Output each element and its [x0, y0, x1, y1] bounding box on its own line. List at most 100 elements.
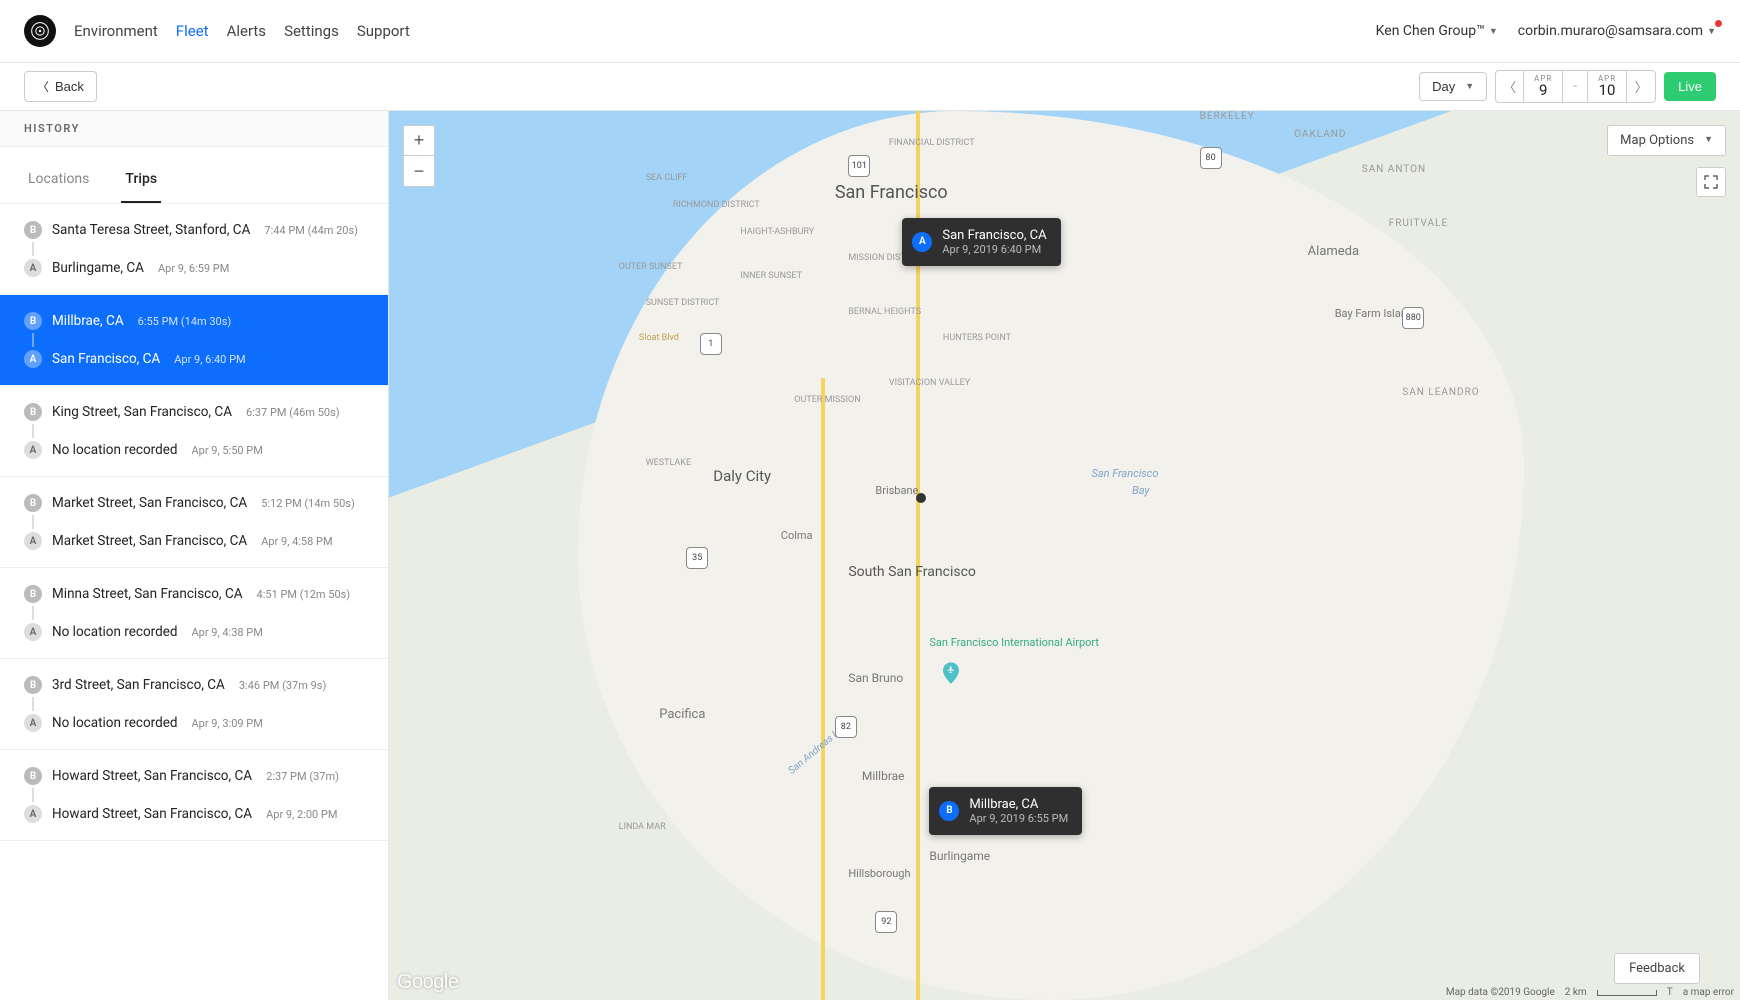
road-sloat: Sloat Blvd: [639, 333, 679, 343]
live-button[interactable]: Live: [1664, 72, 1716, 101]
tooltip-title: San Francisco, CA: [942, 228, 1046, 243]
nav-support[interactable]: Support: [357, 22, 410, 40]
toolbar: 〈 Back Day▼ 〈 APR 9 - APR 10 〉 Live: [0, 63, 1740, 111]
user-menu[interactable]: corbin.muraro@samsara.com▼: [1518, 23, 1716, 39]
nav-settings[interactable]: Settings: [284, 22, 339, 40]
tab-trips[interactable]: Trips: [121, 159, 161, 203]
place-berkeley: BERKELEY: [1200, 111, 1255, 122]
place-pacifica: Pacifica: [659, 707, 705, 722]
place-haight: HAIGHT-ASHBURY: [740, 227, 814, 237]
place-richmond: RICHMOND DISTRICT: [673, 200, 760, 210]
place-sfo: San Francisco International Airport: [929, 636, 1029, 649]
place-millbrae: Millbrae: [862, 769, 905, 783]
bay-label-2: Bay: [1132, 484, 1149, 497]
trip-start-location: No location recorded: [52, 715, 177, 731]
tooltip-subtitle: Apr 9, 2019 6:40 PM: [942, 243, 1046, 256]
trip-badge-a: A: [24, 350, 42, 368]
map-canvas[interactable]: San Francisco Daly City South San Franci…: [389, 111, 1740, 1000]
chevron-left-icon: 〈: [37, 78, 49, 95]
history-heading: HISTORY: [0, 111, 388, 147]
place-burlingame: Burlingame: [929, 849, 990, 863]
place-hillsborough: Hillsborough: [848, 867, 910, 880]
place-westlake: WESTLAKE: [646, 458, 691, 468]
nav-alerts[interactable]: Alerts: [227, 22, 267, 40]
date-to[interactable]: APR 10: [1588, 71, 1627, 102]
caret-down-icon: ▼: [1707, 27, 1716, 37]
trip-start-location: No location recorded: [52, 442, 177, 458]
fullscreen-icon: [1704, 175, 1718, 189]
shield-880: 880: [1402, 307, 1424, 329]
date-from[interactable]: APR 9: [1524, 71, 1563, 102]
trip-start-meta: Apr 9, 5:50 PM: [191, 444, 262, 457]
place-bernal: BERNAL HEIGHTS: [848, 307, 921, 317]
place-san-antonio: SAN ANTON: [1362, 164, 1426, 175]
view-selector[interactable]: Day▼: [1419, 72, 1487, 101]
trips-list[interactable]: B Santa Teresa Street, Stanford, CA 7:44…: [0, 204, 388, 1000]
trip-end-meta: 6:37 PM (46m 50s): [246, 406, 340, 419]
prev-day-button[interactable]: 〈: [1496, 71, 1524, 102]
zoom-in-button[interactable]: +: [404, 126, 434, 156]
place-colma: Colma: [781, 529, 813, 542]
history-tabs: Locations Trips: [0, 159, 388, 204]
map-options-button[interactable]: Map Options▼: [1607, 125, 1726, 156]
trip-item[interactable]: B Santa Teresa Street, Stanford, CA 7:44…: [0, 204, 388, 295]
google-logo: Google: [397, 971, 459, 994]
trip-item[interactable]: B King Street, San Francisco, CA 6:37 PM…: [0, 386, 388, 477]
place-bay-farm: Bay Farm Island: [1335, 307, 1413, 320]
trip-start-location: Market Street, San Francisco, CA: [52, 533, 247, 549]
shield-82: 82: [835, 716, 857, 738]
caret-down-icon: ▼: [1704, 134, 1713, 145]
next-day-button[interactable]: 〉: [1627, 71, 1655, 102]
main-nav: Environment Fleet Alerts Settings Suppor…: [74, 22, 410, 40]
trip-start-meta: Apr 9, 4:38 PM: [191, 626, 262, 639]
nav-environment[interactable]: Environment: [74, 22, 158, 40]
place-oakland: OAKLAND: [1294, 129, 1346, 140]
scale-bar: [1597, 990, 1657, 996]
place-daly-city: Daly City: [713, 467, 771, 485]
group-switcher[interactable]: Ken Chen Group™▼: [1376, 23, 1498, 39]
date-range-picker: 〈 APR 9 - APR 10 〉: [1495, 70, 1656, 103]
notification-dot: [1715, 20, 1722, 27]
trip-end-location: Santa Teresa Street, Stanford, CA: [52, 222, 250, 238]
trip-end-meta: 3:46 PM (37m 9s): [239, 679, 326, 692]
place-sunset: SUNSET DISTRICT: [646, 298, 720, 308]
trip-end-location: Market Street, San Francisco, CA: [52, 495, 247, 511]
back-button[interactable]: 〈 Back: [24, 71, 97, 102]
zoom-out-button[interactable]: −: [404, 156, 434, 186]
place-alameda: Alameda: [1308, 244, 1359, 259]
trip-end-location: King Street, San Francisco, CA: [52, 404, 232, 420]
trip-start-meta: Apr 9, 3:09 PM: [191, 717, 262, 730]
shield-92: 92: [875, 911, 897, 933]
history-sidebar: HISTORY Locations Trips B Santa Teresa S…: [0, 111, 389, 1000]
place-outer-mission: OUTER MISSION: [794, 395, 860, 405]
date-separator: -: [1563, 71, 1588, 102]
trip-badge-a: A: [24, 259, 42, 277]
place-financial: FINANCIAL DISTRICT: [889, 138, 975, 148]
trip-badge-a: A: [24, 714, 42, 732]
trip-end-location: 3rd Street, San Francisco, CA: [52, 677, 225, 693]
logo[interactable]: [24, 15, 56, 47]
trip-end-location: Millbrae, CA: [52, 313, 124, 329]
place-hunters: HUNTERS POINT: [943, 333, 1011, 343]
place-fruitvale: FRUITVALE: [1389, 218, 1448, 229]
trip-item[interactable]: B Minna Street, San Francisco, CA 4:51 P…: [0, 568, 388, 659]
map-tooltip-a[interactable]: A San Francisco, CA Apr 9, 2019 6:40 PM: [902, 218, 1060, 266]
airport-pin-icon[interactable]: [943, 662, 959, 684]
trip-badge-a: A: [24, 623, 42, 641]
feedback-button[interactable]: Feedback: [1614, 953, 1700, 984]
trip-item[interactable]: B Howard Street, San Francisco, CA 2:37 …: [0, 750, 388, 841]
nav-fleet[interactable]: Fleet: [176, 22, 209, 40]
trip-start-location: Burlingame, CA: [52, 260, 144, 276]
tab-locations[interactable]: Locations: [24, 159, 93, 203]
fullscreen-button[interactable]: [1696, 167, 1726, 197]
trip-item[interactable]: B Market Street, San Francisco, CA 5:12 …: [0, 477, 388, 568]
zoom-controls: + −: [403, 125, 435, 187]
trip-start-meta: Apr 9, 4:58 PM: [261, 535, 332, 548]
trip-badge-b: B: [24, 585, 42, 603]
shield-35: 35: [686, 547, 708, 569]
trip-end-location: Howard Street, San Francisco, CA: [52, 768, 252, 784]
trip-item[interactable]: B Millbrae, CA 6:55 PM (14m 30s) A San F…: [0, 295, 388, 386]
map-tooltip-b[interactable]: B Millbrae, CA Apr 9, 2019 6:55 PM: [929, 787, 1082, 835]
trip-badge-b: B: [24, 403, 42, 421]
trip-item[interactable]: B 3rd Street, San Francisco, CA 3:46 PM …: [0, 659, 388, 750]
